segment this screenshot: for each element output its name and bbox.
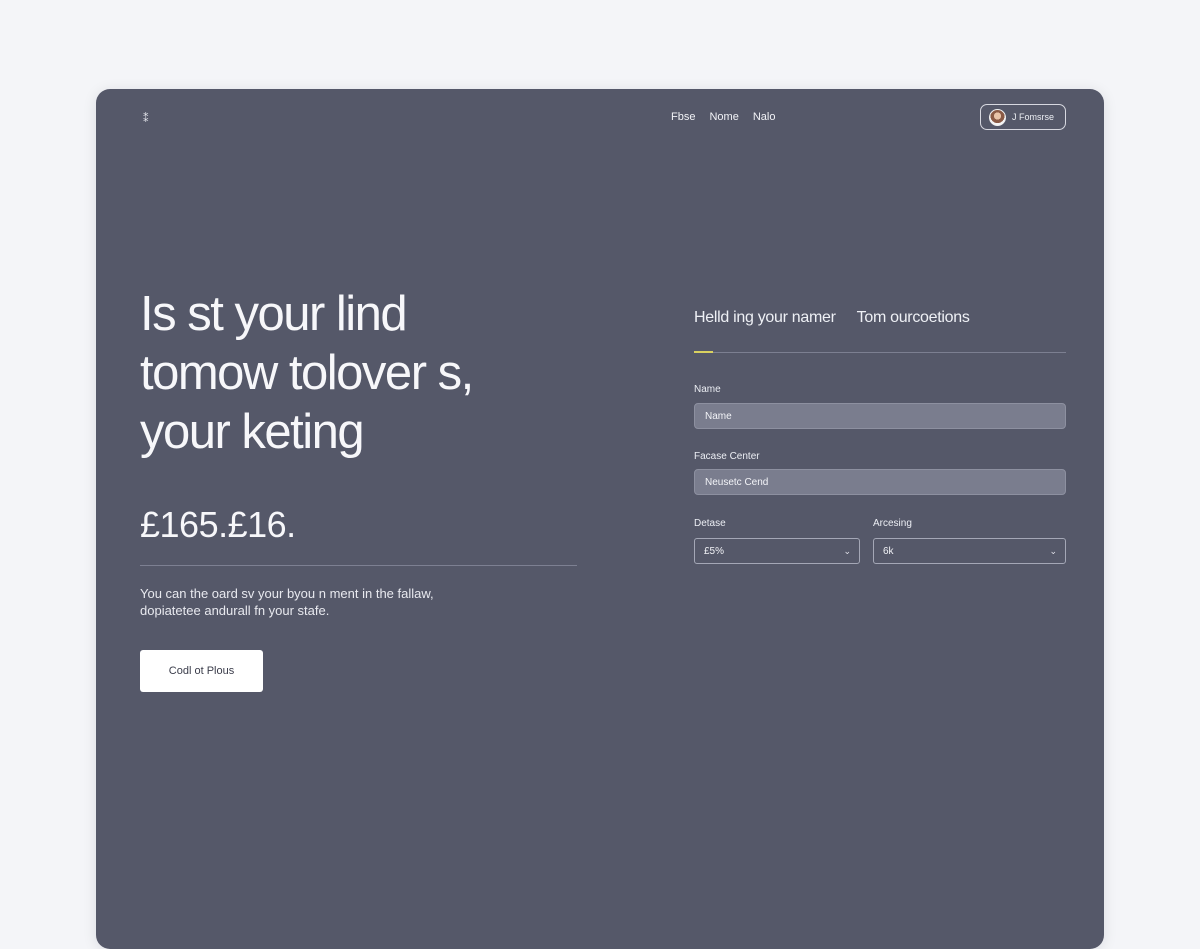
description-line-2: dopiatetee andurall fn your stafe. — [140, 603, 330, 618]
chevron-down-icon: ⌄ — [1049, 545, 1057, 556]
headline-line-2: tomow tolover s, — [140, 346, 474, 400]
center-input[interactable]: Neusetc Cend — [694, 469, 1066, 495]
avatar — [989, 108, 1006, 126]
account-label: J Fomsrse — [1012, 112, 1055, 122]
active-tab-indicator — [694, 351, 713, 353]
name-label: Name — [694, 384, 721, 395]
hero-headline: Is st your lind tomow tolover s, your ke… — [140, 285, 600, 462]
hero-description: You can the oard sv your byou n ment in … — [140, 585, 500, 619]
logo-icon[interactable]: ⁑ — [143, 112, 150, 125]
tabs-divider — [694, 352, 1066, 353]
top-nav: Fbse Nome Nalo — [671, 111, 775, 123]
center-label: Facase Center — [694, 451, 760, 462]
form-tabs: Helld ing your namer Tom ourcoetions — [694, 309, 970, 327]
divider — [140, 565, 577, 566]
detase-value: £5% — [704, 545, 725, 557]
arcesing-label: Arcesing — [873, 518, 912, 529]
description-line-1: You can the oard sv your byou n ment in … — [140, 586, 434, 601]
tab-options[interactable]: Tom ourcoetions — [857, 309, 970, 327]
detase-label: Detase — [694, 518, 726, 529]
headline-line-1: Is st your lind — [140, 287, 408, 341]
cta-button[interactable]: Codl ot Plous — [140, 650, 263, 692]
nav-link-nalo[interactable]: Nalo — [753, 111, 776, 123]
price: £165.£16. — [140, 504, 296, 545]
arcesing-select[interactable]: 6k ⌄ — [873, 538, 1066, 564]
tab-holding[interactable]: Helld ing your namer — [694, 309, 836, 327]
arcesing-value: 6k — [883, 545, 894, 557]
main-card: ⁑ Fbse Nome Nalo J Fomsrse Is st your li… — [96, 89, 1104, 949]
headline-line-3: your keting — [140, 405, 365, 459]
chevron-down-icon: ⌄ — [843, 545, 851, 556]
detase-select[interactable]: £5% ⌄ — [694, 538, 860, 564]
name-input[interactable]: Name — [694, 403, 1066, 429]
nav-link-nome[interactable]: Nome — [709, 111, 738, 123]
account-button[interactable]: J Fomsrse — [980, 104, 1066, 130]
nav-link-fbse[interactable]: Fbse — [671, 111, 695, 123]
